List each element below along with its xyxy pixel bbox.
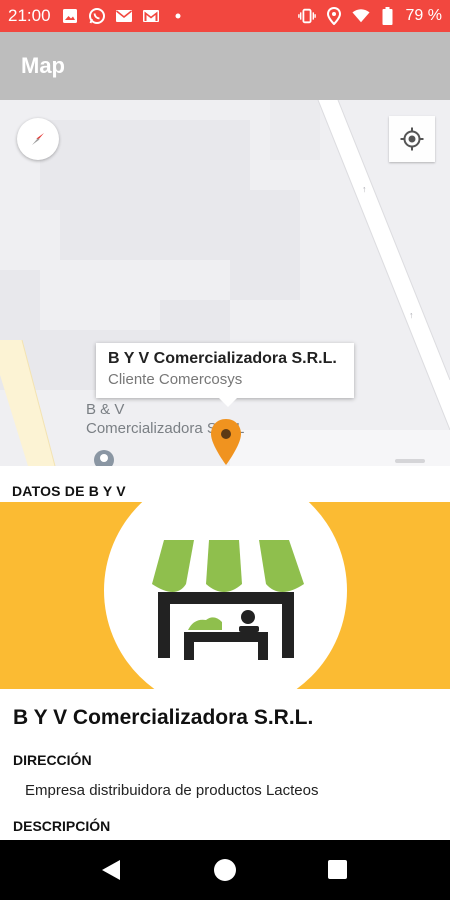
gmail-icon [142,7,160,25]
my-location-button[interactable] [389,116,435,162]
business-name: B Y V Comercializadora S.R.L. [13,706,314,729]
back-icon[interactable] [101,859,121,886]
map-logo [395,456,425,466]
address-label: DIRECCIÓN [13,752,92,768]
map-view[interactable]: ↑ ↑ B Y V Comercializadora S.R.L. Client… [0,100,450,466]
section-header: DATOS DE B Y V [12,483,126,499]
system-icons: 79 % [297,7,442,25]
store-icon [152,540,304,660]
status-bar: 21:00 79 % [0,0,450,32]
compass-button[interactable] [17,118,59,160]
notification-icons [61,7,187,25]
location-icon [325,7,343,25]
marker-info-window[interactable]: B Y V Comercializadora S.R.L. Cliente Co… [96,343,354,407]
poi-label-line1: B & V [86,401,125,418]
store-banner [0,502,450,689]
info-window-snippet: Cliente Comercosys [108,371,243,388]
battery-percentage: 79 % [405,7,442,24]
info-window-title: B Y V Comercializadora S.R.L. [108,350,337,367]
details-panel: DATOS DE B Y V B Y V Comercializadora S.… [0,466,450,840]
address-value: Empresa distribuidora de productos Lacte… [25,782,319,799]
whatsapp-icon [88,7,106,25]
dot-icon [169,7,187,25]
compass-icon [32,133,44,145]
battery-icon [379,7,397,25]
svg-text:↑: ↑ [409,310,414,320]
recents-icon[interactable] [328,860,347,879]
home-icon[interactable] [214,859,236,881]
system-nav-bar [0,840,450,900]
app-bar: Map [0,32,450,100]
my-location-icon [400,127,424,151]
status-time: 21:00 [8,6,51,25]
description-label: DESCRIPCIÓN [13,818,111,834]
image-icon [61,7,79,25]
svg-text:↑: ↑ [362,184,367,194]
poi-pin-icon[interactable] [93,449,115,466]
map-marker-pin-icon[interactable] [209,418,243,466]
wifi-icon [351,7,370,25]
email-icon [115,7,133,25]
page-title: Map [21,53,65,78]
vibrate-icon [297,7,316,25]
